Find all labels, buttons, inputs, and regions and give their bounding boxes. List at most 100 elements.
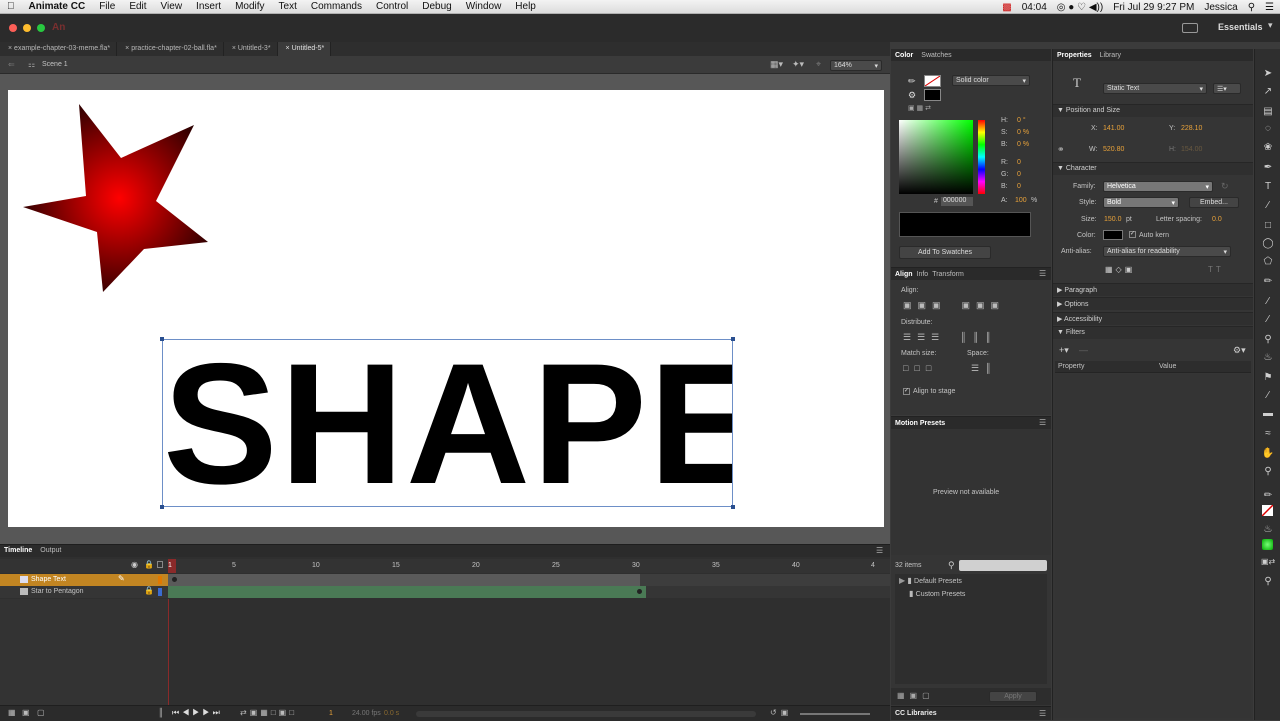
distribute-buttons[interactable]: ☰☰☰ ║║║ [903,332,997,343]
user-name[interactable]: Jessica [1204,2,1237,13]
selection-tool-icon[interactable]: ➤ [1261,67,1275,81]
edit-scene-icon[interactable]: ▦▾ [770,59,783,70]
tab-untitled-3[interactable]: × Untitled-3* [224,42,278,56]
snap-to-objects-icon[interactable]: ⚲ [1261,575,1275,589]
superscript-subscript-buttons[interactable]: TT [1208,265,1224,274]
tab-output[interactable]: Output [36,545,65,557]
selection-handle[interactable] [160,337,164,341]
section-character[interactable]: ▼ Character [1053,162,1253,175]
hex-input[interactable]: 000000 [941,197,973,206]
blue-value[interactable]: 0 [1017,183,1021,190]
pencil-tool-icon[interactable]: ✏ [1261,275,1275,289]
folder-custom-presets[interactable]: ▮ Custom Presets [909,589,965,598]
notification-icon[interactable]: ☰ [1265,2,1274,13]
tab-color[interactable]: Color [895,52,913,59]
brightness-value[interactable]: 0 % [1017,141,1029,148]
fill-color-tool-icon[interactable]: ♨ [1261,523,1275,537]
frame-span[interactable] [168,574,640,586]
close-window-icon[interactable] [9,24,17,32]
oval-tool-icon[interactable]: ◯ [1261,237,1275,251]
section-position-size[interactable]: ▼ Position and Size [1053,104,1253,117]
scene-label[interactable]: Scene 1 [42,61,68,68]
embed-button[interactable]: Embed... [1189,197,1239,208]
tab-library[interactable]: Library [1096,52,1121,59]
eyedropper-tool-icon[interactable]: ∕ [1261,389,1275,403]
link-dimensions-icon[interactable]: ⚭ [1057,144,1065,155]
swap-colors-icon[interactable]: ▣ ▦ ⇄ [908,104,931,112]
disclosure-icon[interactable]: ▶ [899,576,905,585]
text-format-buttons[interactable]: ▦◇▣ [1105,265,1135,274]
anti-alias-select[interactable]: Anti-alias for readability ▾ [1103,246,1231,257]
space-buttons[interactable]: ☰║ [971,363,997,374]
add-to-swatches-button[interactable]: Add To Swatches [899,246,991,259]
text-orientation-select[interactable]: ☰▾ [1213,83,1241,94]
section-accessibility[interactable]: ▶ Accessibility [1053,312,1253,325]
shape-text-object[interactable]: SHAPE [162,339,733,507]
width-tool-icon[interactable]: ≈ [1261,427,1275,441]
preset-actions-icons[interactable]: ▦▣▢ [897,691,935,700]
panel-menu-icon[interactable]: ☰ [876,546,883,555]
menu-window[interactable]: Window [459,1,509,12]
battery-timer-icon[interactable]: ▩ [1002,2,1011,13]
text-tool-icon[interactable]: T [1261,180,1275,194]
pen-tool-icon[interactable]: ✒ [1261,161,1275,175]
height-value[interactable]: 154.00 [1181,146,1202,153]
layer-row-shape-text[interactable]: Shape Text ✎ [0,574,890,586]
eraser-tool-icon[interactable]: ▬ [1261,407,1275,421]
tab-example-chapter-03[interactable]: × example-chapter-03-meme.fla* [0,42,118,56]
zoom-tool-icon[interactable]: ⚲ [1261,465,1275,479]
green-value[interactable]: 0 [1017,171,1021,178]
match-size-buttons[interactable]: □□□ [903,363,937,373]
tab-untitled-5[interactable]: × Untitled-5* [277,42,332,56]
alpha-value[interactable]: 100 [1015,197,1027,204]
font-style-select[interactable]: Bold ▾ [1103,197,1179,208]
zoom-window-icon[interactable] [37,24,45,32]
hue-slider[interactable] [978,120,985,194]
tab-align[interactable]: Align [895,271,913,278]
new-layer-icon[interactable]: ▦ [8,708,16,717]
tab-transform[interactable]: Transform [932,271,964,278]
layer-outline-color[interactable] [158,576,162,584]
motion-presets-title[interactable]: Motion Presets [895,420,945,427]
new-folder-icon[interactable]: ▣ [22,708,30,717]
keyframe[interactable] [172,577,177,582]
align-buttons[interactable]: ▣▣▣ ▣▣▣ [903,300,1005,311]
menu-edit[interactable]: Edit [122,1,153,12]
selection-handle[interactable] [160,505,164,509]
folder-default-presets[interactable]: ▶ ▮ Default Presets [899,576,962,585]
3d-rotation-tool-icon[interactable]: ◌ [1261,122,1275,136]
lasso-tool-icon[interactable]: ❀ [1261,141,1275,155]
fill-type-select[interactable]: Solid color ▾ [952,75,1030,86]
rectangle-tool-icon[interactable]: □ [1261,219,1275,233]
hand-tool-icon[interactable]: ✋ [1261,447,1275,461]
align-to-stage-checkbox[interactable]: ✓ [903,388,910,395]
edit-symbols-icon[interactable]: ✦▾ [792,59,804,70]
text-color-swatch[interactable] [1103,230,1123,240]
x-value[interactable]: 141.00 [1103,125,1124,132]
fill-color-tool-swatch[interactable] [1262,539,1273,550]
remove-filter-icon[interactable]: — [1079,345,1088,355]
datetime[interactable]: Fri Jul 29 9:27 PM [1113,2,1194,13]
status-icons[interactable]: ◎ ● ♡ ◀)) [1057,2,1103,13]
y-value[interactable]: 228.10 [1181,125,1202,132]
playback-controls[interactable]: ⏮◀▶▶⏭ [172,708,223,718]
frame-empty[interactable] [640,574,890,586]
width-value[interactable]: 520.80 [1103,146,1124,153]
section-options[interactable]: ▶ Options [1053,297,1253,310]
layer-row-star-to-pentagon[interactable]: Star to Pentagon 🔒 [0,586,890,598]
menu-commands[interactable]: Commands [304,1,369,12]
stroke-color-swatch[interactable] [924,75,941,87]
filter-options-gear-icon[interactable]: ⚙▾ [1233,345,1246,356]
ink-bottle-tool-icon[interactable]: ⚑ [1261,371,1275,385]
hue-value[interactable]: 0 ° [1017,117,1026,124]
apple-icon[interactable]:  [0,1,22,12]
menu-debug[interactable]: Debug [415,1,458,12]
stroke-color-tool-swatch[interactable] [1261,504,1274,517]
outline-layers-icon[interactable] [157,561,163,568]
auto-kern-checkbox[interactable]: ✓ [1129,231,1136,238]
line-tool-icon[interactable]: ∕ [1261,199,1275,213]
fill-color-swatch[interactable] [924,89,941,101]
swap-colors-tool-icon[interactable]: ▣⇄ [1261,555,1275,569]
layer-outline-color[interactable] [158,588,162,596]
tab-swatches[interactable]: Swatches [917,52,951,59]
